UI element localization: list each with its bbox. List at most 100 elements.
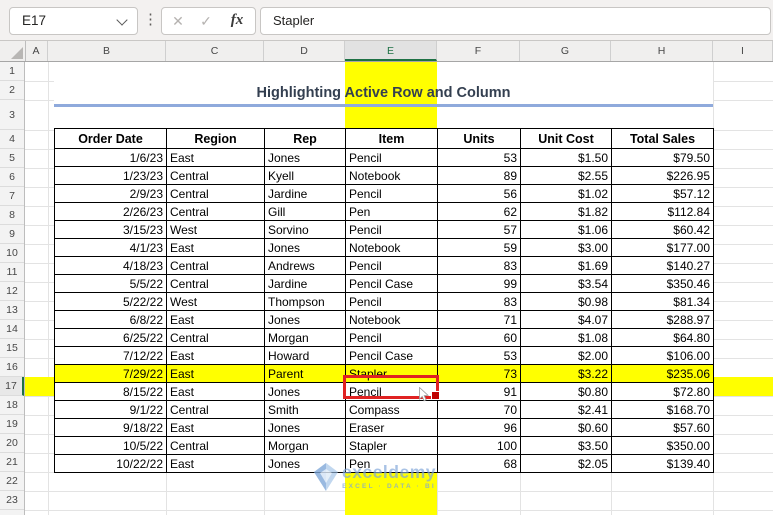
table-cell[interactable]: 83 xyxy=(437,292,521,311)
table-cell[interactable]: Jardine xyxy=(264,184,346,203)
table-cell[interactable]: Morgan xyxy=(264,328,346,347)
table-cell[interactable]: Pencil Case xyxy=(345,274,438,293)
table-header-cell[interactable]: Item xyxy=(345,128,438,149)
table-cell[interactable]: West xyxy=(166,292,265,311)
table-cell[interactable]: 9/18/22 xyxy=(54,418,167,437)
table-cell[interactable]: Jones xyxy=(264,238,346,257)
table-cell[interactable]: Pencil xyxy=(345,148,438,167)
row-header-16[interactable]: 16 xyxy=(0,358,24,377)
column-header-B[interactable]: B xyxy=(48,41,166,61)
column-header-C[interactable]: C xyxy=(166,41,264,61)
table-cell[interactable]: Pencil xyxy=(345,256,438,275)
row-header-9[interactable]: 9 xyxy=(0,225,24,244)
table-cell[interactable]: East xyxy=(166,364,265,383)
insert-function-icon[interactable]: fx xyxy=(223,8,251,34)
table-cell[interactable]: 56 xyxy=(437,184,521,203)
table-cell[interactable]: $2.00 xyxy=(520,346,612,365)
table-cell[interactable]: $235.06 xyxy=(611,364,714,383)
table-cell[interactable]: Central xyxy=(166,400,265,419)
table-cell[interactable]: Notebook xyxy=(345,166,438,185)
table-cell[interactable]: Pencil xyxy=(345,184,438,203)
worksheet[interactable]: Highlighting Active Row and Column Order… xyxy=(0,62,773,515)
table-cell[interactable]: 70 xyxy=(437,400,521,419)
table-cell[interactable]: Notebook xyxy=(345,310,438,329)
table-cell[interactable]: $64.80 xyxy=(611,328,714,347)
table-cell[interactable]: $81.34 xyxy=(611,292,714,311)
table-header-cell[interactable]: Rep xyxy=(264,128,346,149)
table-cell[interactable]: $0.80 xyxy=(520,382,612,401)
row-header-8[interactable]: 8 xyxy=(0,206,24,225)
table-cell[interactable]: 7/29/22 xyxy=(54,364,167,383)
row-header-14[interactable]: 14 xyxy=(0,320,24,339)
table-cell[interactable]: Sorvino xyxy=(264,220,346,239)
table-cell[interactable]: $79.50 xyxy=(611,148,714,167)
row-header-2[interactable]: 2 xyxy=(0,81,24,100)
row-header-12[interactable]: 12 xyxy=(0,282,24,301)
table-cell[interactable]: $3.22 xyxy=(520,364,612,383)
table-cell[interactable]: 62 xyxy=(437,202,521,221)
table-cell[interactable]: $2.05 xyxy=(520,454,612,473)
table-cell[interactable]: 53 xyxy=(437,148,521,167)
row-header-23[interactable]: 23 xyxy=(0,491,24,510)
table-header-cell[interactable]: Order Date xyxy=(54,128,167,149)
chevron-down-icon[interactable] xyxy=(116,14,128,26)
table-cell[interactable]: 3/15/23 xyxy=(54,220,167,239)
table-cell[interactable]: 89 xyxy=(437,166,521,185)
enter-icon[interactable]: ✓ xyxy=(193,8,219,34)
table-cell[interactable]: $57.12 xyxy=(611,184,714,203)
formula-input[interactable]: Stapler xyxy=(260,7,771,35)
table-cell[interactable]: Jones xyxy=(264,418,346,437)
table-cell[interactable]: $350.00 xyxy=(611,436,714,455)
column-header-A[interactable]: A xyxy=(25,41,48,61)
row-header-4[interactable]: 4 xyxy=(0,130,24,149)
column-header-I[interactable]: I xyxy=(713,41,773,61)
table-cell[interactable]: West xyxy=(166,220,265,239)
table-cell[interactable]: $2.41 xyxy=(520,400,612,419)
table-cell[interactable]: East xyxy=(166,346,265,365)
table-cell[interactable]: Central xyxy=(166,328,265,347)
table-cell[interactable]: Stapler xyxy=(345,436,438,455)
table-cell[interactable]: East xyxy=(166,418,265,437)
table-cell[interactable]: $1.69 xyxy=(520,256,612,275)
table-cell[interactable]: Jones xyxy=(264,382,346,401)
table-header-cell[interactable]: Units xyxy=(437,128,521,149)
table-cell[interactable]: East xyxy=(166,310,265,329)
row-header-6[interactable]: 6 xyxy=(0,168,24,187)
row-header-21[interactable]: 21 xyxy=(0,453,24,472)
name-box[interactable]: E17 xyxy=(9,7,138,35)
table-cell[interactable]: 71 xyxy=(437,310,521,329)
table-cell[interactable]: 5/22/22 xyxy=(54,292,167,311)
table-cell[interactable]: $3.00 xyxy=(520,238,612,257)
column-header-D[interactable]: D xyxy=(264,41,345,61)
table-cell[interactable]: 7/12/22 xyxy=(54,346,167,365)
table-cell[interactable]: 59 xyxy=(437,238,521,257)
table-cell[interactable]: $72.80 xyxy=(611,382,714,401)
table-cell[interactable]: Pencil xyxy=(345,292,438,311)
table-cell[interactable]: Gill xyxy=(264,202,346,221)
table-cell[interactable]: 6/8/22 xyxy=(54,310,167,329)
table-cell[interactable]: 96 xyxy=(437,418,521,437)
table-cell[interactable]: $139.40 xyxy=(611,454,714,473)
table-header-cell[interactable]: Region xyxy=(166,128,265,149)
table-cell[interactable]: 60 xyxy=(437,328,521,347)
table-cell[interactable]: East xyxy=(166,454,265,473)
table-cell[interactable]: Notebook xyxy=(345,238,438,257)
row-header-7[interactable]: 7 xyxy=(0,187,24,206)
fill-handle[interactable] xyxy=(431,391,440,400)
table-cell[interactable]: $1.08 xyxy=(520,328,612,347)
table-cell[interactable]: $112.84 xyxy=(611,202,714,221)
table-cell[interactable]: 10/22/22 xyxy=(54,454,167,473)
row-header-15[interactable]: 15 xyxy=(0,339,24,358)
table-cell[interactable]: $140.27 xyxy=(611,256,714,275)
row-header-22[interactable]: 22 xyxy=(0,472,24,491)
row-header-3[interactable]: 3 xyxy=(0,100,24,130)
row-header-18[interactable]: 18 xyxy=(0,396,24,415)
table-cell[interactable]: Morgan xyxy=(264,436,346,455)
table-cell[interactable]: Central xyxy=(166,202,265,221)
table-cell[interactable]: $60.42 xyxy=(611,220,714,239)
table-cell[interactable]: 4/18/23 xyxy=(54,256,167,275)
table-cell[interactable]: $226.95 xyxy=(611,166,714,185)
table-cell[interactable]: Central xyxy=(166,436,265,455)
table-cell[interactable]: $1.06 xyxy=(520,220,612,239)
table-cell[interactable]: Jardine xyxy=(264,274,346,293)
